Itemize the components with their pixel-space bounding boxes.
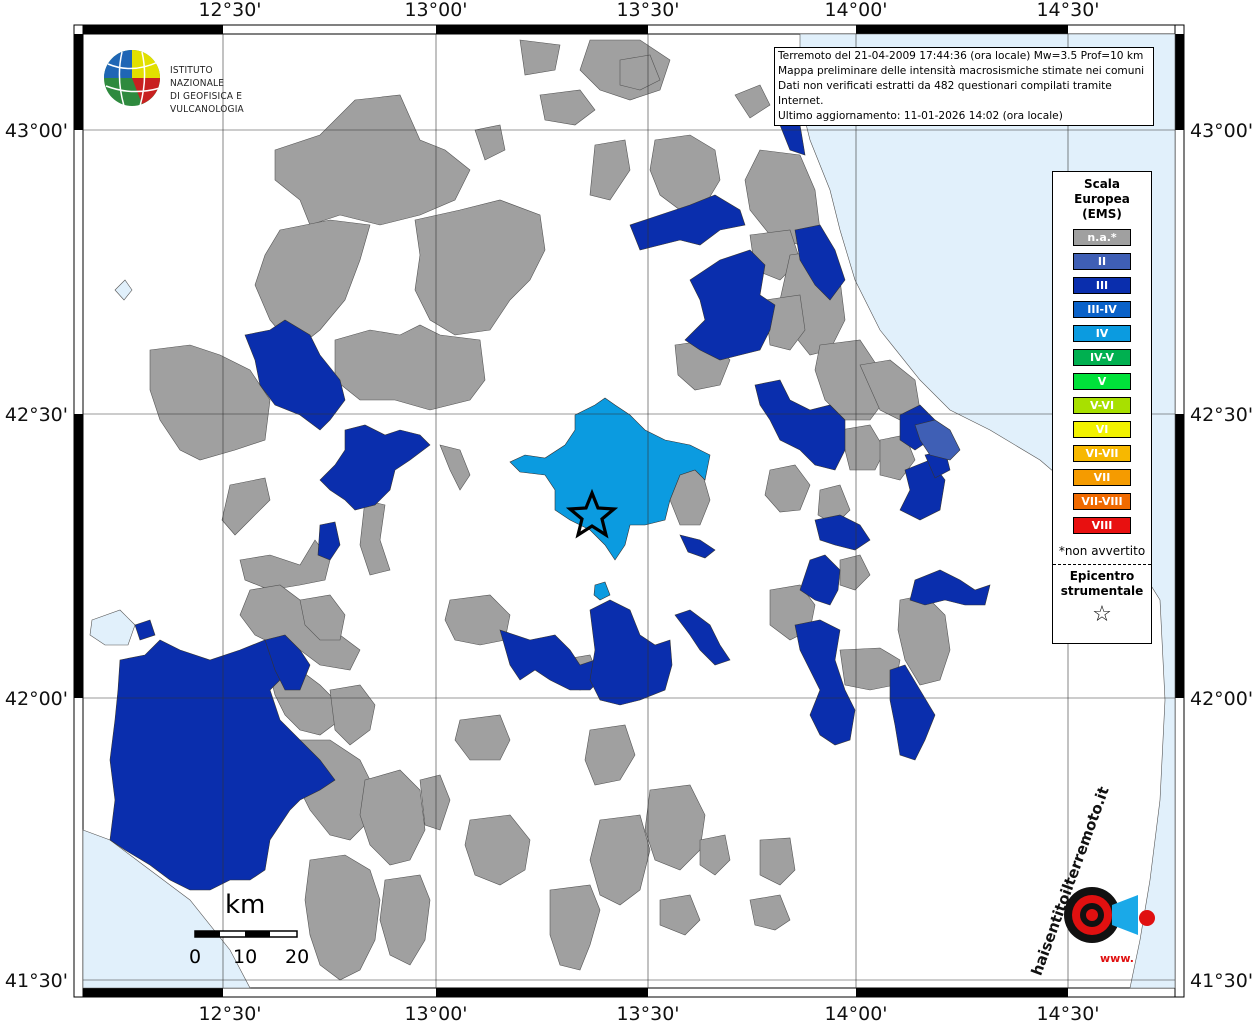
lon-label: 13°30' <box>616 1003 679 1024</box>
legend-swatch: n.a.* <box>1073 229 1131 246</box>
legend-swatch: II <box>1073 253 1131 270</box>
lon-label: 14°00' <box>824 0 887 21</box>
haisentito-logo: haisentitoilterremoto.it www. <box>1028 784 1160 978</box>
longitude-labels-bottom: 12°30' 13°00' 13°30' 14°00' 14°30' <box>198 1003 1099 1024</box>
legend-title-line: Scala <box>1083 177 1121 191</box>
lon-label: 14°30' <box>1036 1003 1099 1024</box>
lat-label: 42°30' <box>5 404 68 426</box>
epicenter-label-line: strumentale <box>1060 584 1144 598</box>
longitude-labels-top: 12°30' 13°00' 13°30' 14°00' 14°30' <box>198 0 1099 21</box>
legend-items: n.a.* II III III-IV IV IV-V V V-VI VI VI-VII VII VI… <box>1053 229 1151 534</box>
legend-title-line: (EMS) <box>1082 207 1122 221</box>
scale-unit: km <box>225 890 266 920</box>
lon-label: 13°30' <box>616 0 679 21</box>
scale-tick: 0 <box>189 946 202 968</box>
ingv-name: ISTITUTO NAZIONALE DI GEOFISICA E VULCAN… <box>170 64 244 116</box>
legend-note: *non avvertito <box>1058 544 1146 558</box>
legend-swatch: III-IV <box>1073 301 1131 318</box>
lat-label: 41°30' <box>5 970 68 992</box>
ingv-line2: DI GEOFISICA E VULCANOLOGIA <box>170 91 244 115</box>
event-info-box: Terremoto del 21-04-2009 17:44:36 (ora l… <box>774 47 1154 126</box>
haisentito-url: www. <box>1100 952 1134 965</box>
epicenter-label-line: Epicentro <box>1069 569 1135 583</box>
lat-label: 42°30' <box>1190 404 1253 426</box>
map-description: Mappa preliminare delle intensità macros… <box>778 65 1145 77</box>
latitude-labels-left: 43°00' 42°30' 42°00' 41°30' <box>5 120 68 992</box>
lon-label: 13°00' <box>404 1003 467 1024</box>
star-icon: ☆ <box>1092 602 1112 627</box>
legend-swatch: V <box>1073 373 1131 390</box>
lat-label: 43°00' <box>5 120 68 142</box>
legend-title-line: Europea <box>1074 192 1130 206</box>
data-note: Dati non verificati estratti da 482 ques… <box>778 80 1112 107</box>
lat-label: 43°00' <box>1190 120 1253 142</box>
lat-label: 42°00' <box>1190 688 1253 710</box>
latitude-labels-right: 43°00' 42°30' 42°00' 41°30' <box>1190 120 1253 992</box>
lon-label: 12°30' <box>198 0 261 21</box>
legend-swatch: VI <box>1073 421 1131 438</box>
legend-swatch: VII <box>1073 469 1131 486</box>
scale-tick: 10 <box>233 946 258 968</box>
globe-icon <box>104 50 161 107</box>
legend-swatch: III <box>1073 277 1131 294</box>
legend-title: Scala Europea (EMS) <box>1053 177 1151 222</box>
lat-label: 41°30' <box>1190 970 1253 992</box>
legend-swatch: VI-VII <box>1073 445 1131 462</box>
legend-swatch: VIII <box>1073 517 1131 534</box>
lon-label: 12°30' <box>198 1003 261 1024</box>
intensity-legend: Scala Europea (EMS) n.a.* II III III-IV IV IV… <box>1052 171 1152 644</box>
lon-label: 14°30' <box>1036 0 1099 21</box>
legend-swatch: V-VI <box>1073 397 1131 414</box>
legend-swatch: IV <box>1073 325 1131 342</box>
lon-label: 14°00' <box>824 1003 887 1024</box>
event-line: Terremoto del 21-04-2009 17:44:36 (ora l… <box>778 50 1144 62</box>
legend-divider <box>1053 564 1151 565</box>
legend-swatch: VII-VIII <box>1073 493 1131 510</box>
scale-bar: km 0 10 20 <box>185 888 325 968</box>
scale-tick: 20 <box>285 946 310 968</box>
last-update: Ultimo aggiornamento: 11-01-2026 14:02 (… <box>778 110 1063 122</box>
legend-swatch: IV-V <box>1073 349 1131 366</box>
lat-label: 42°00' <box>5 688 68 710</box>
lon-label: 13°00' <box>404 0 467 21</box>
ingv-line1: ISTITUTO NAZIONALE <box>170 65 225 89</box>
epicenter-label: Epicentro strumentale <box>1053 569 1151 599</box>
ingv-logo: ISTITUTO NAZIONALE DI GEOFISICA E VULCAN… <box>102 48 244 115</box>
